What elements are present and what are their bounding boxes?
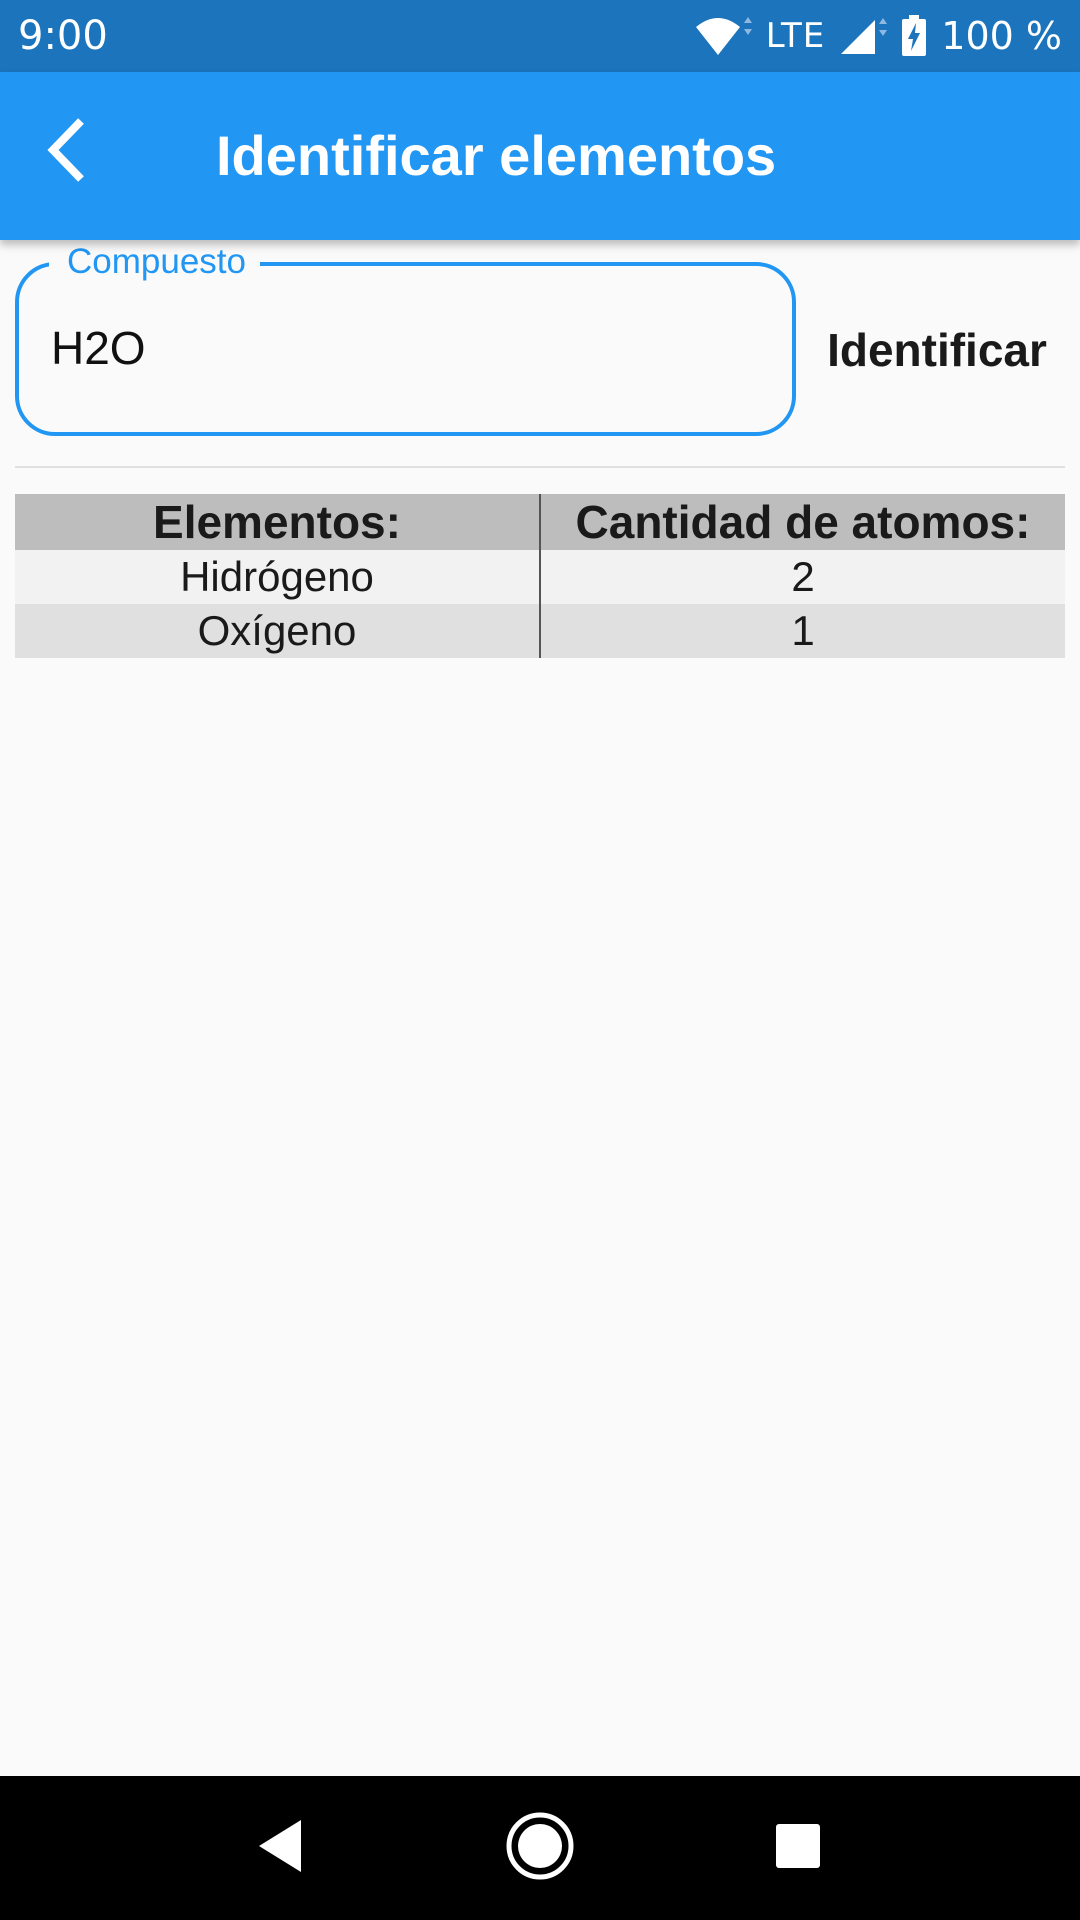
home-circle-icon <box>505 1811 575 1886</box>
back-triangle-icon <box>255 1818 305 1879</box>
status-time: 9:00 <box>18 13 108 59</box>
chevron-left-icon <box>43 115 93 190</box>
table-row: Hidrógeno 2 <box>15 550 1065 604</box>
status-icons: LTE 100 % <box>694 14 1062 58</box>
back-button[interactable] <box>28 112 108 192</box>
field-label: Compuesto <box>49 242 260 282</box>
nav-home-button[interactable] <box>490 1798 590 1898</box>
identify-button[interactable]: Identificar <box>808 300 1066 400</box>
compound-field[interactable]: Compuesto <box>15 242 796 436</box>
battery-level: 100 % <box>941 14 1062 58</box>
signal-icon <box>839 16 888 56</box>
table-row: Oxígeno 1 <box>15 604 1065 658</box>
results-table: Elementos: Cantidad de atomos: Hidrógeno… <box>15 494 1065 658</box>
header-elements: Elementos: <box>15 494 541 550</box>
nav-back-button[interactable] <box>230 1798 330 1898</box>
recents-square-icon <box>774 1822 822 1875</box>
compound-input[interactable] <box>49 318 751 378</box>
atom-count: 2 <box>540 550 1065 604</box>
battery-charging-icon <box>901 15 927 57</box>
table-header-row: Elementos: Cantidad de atomos: <box>15 494 1065 550</box>
network-type: LTE <box>765 16 826 56</box>
navigation-bar <box>0 1776 1080 1920</box>
app-bar: Identificar elementos <box>0 72 1080 240</box>
divider <box>15 466 1065 468</box>
status-bar: 9:00 LTE 100 % <box>0 0 1080 72</box>
nav-recents-button[interactable] <box>748 1798 848 1898</box>
atom-count: 1 <box>540 604 1065 658</box>
page-title: Identificar elementos <box>216 124 777 187</box>
element-name: Oxígeno <box>15 604 541 658</box>
wifi-icon <box>694 15 752 57</box>
element-name: Hidrógeno <box>15 550 541 604</box>
header-atom-count: Cantidad de atomos: <box>540 494 1065 550</box>
